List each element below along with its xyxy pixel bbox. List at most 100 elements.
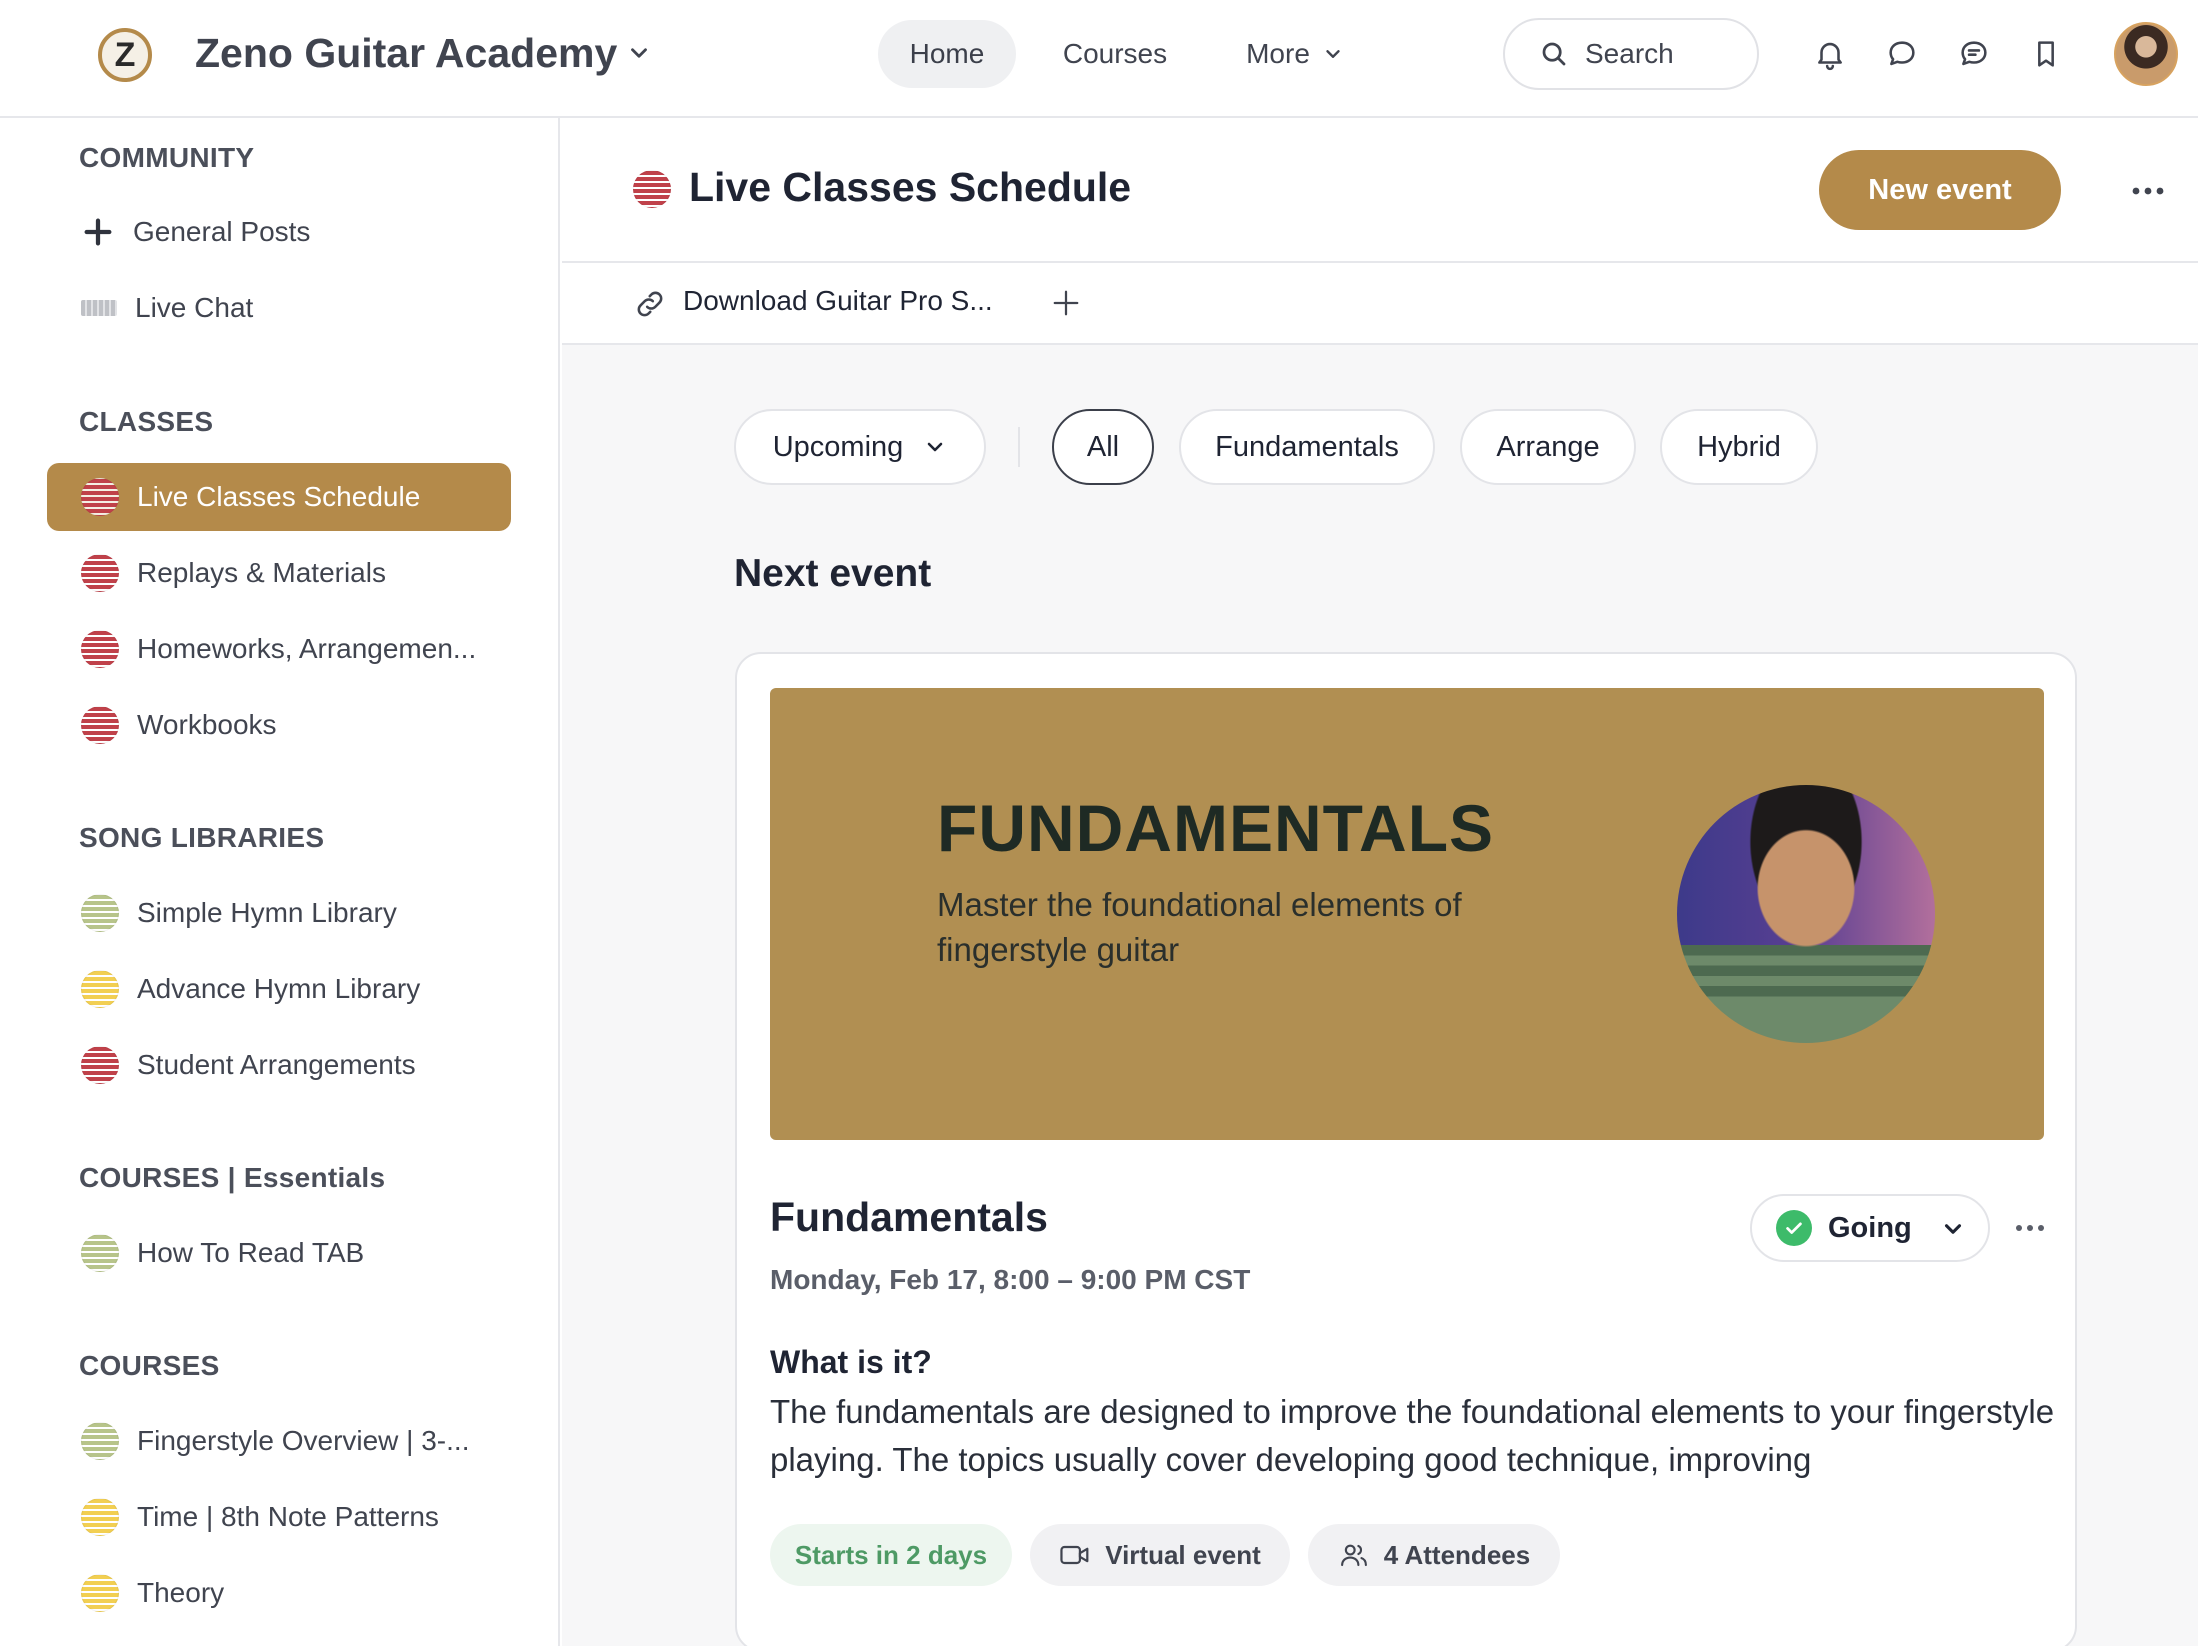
red-dot-icon <box>81 706 119 744</box>
brand-logo[interactable]: Z <box>98 28 152 82</box>
filter-divider <box>1018 427 1020 467</box>
sidebar-item-label: Replays & Materials <box>137 557 386 588</box>
banner-title: FUNDAMENTALS <box>937 791 1495 865</box>
chevron-down-icon[interactable] <box>626 40 652 66</box>
content-area: Upcoming All Fundamentals Arrange Hybrid… <box>562 345 2198 1646</box>
red-dot-icon <box>81 1046 119 1084</box>
chevron-down-icon <box>1326 50 1340 58</box>
new-event-button[interactable]: New event <box>1819 150 2061 230</box>
search-input[interactable]: Search <box>1503 18 1759 90</box>
page-options-button[interactable] <box>2128 176 2168 206</box>
bell-icon <box>1818 42 1842 71</box>
nav-home[interactable]: Home <box>878 20 1016 88</box>
sidebar-heading-classes: CLASSES <box>79 406 214 437</box>
time-filter-label: Upcoming <box>772 430 904 463</box>
add-link-button[interactable] <box>1048 285 1084 321</box>
plus-icon <box>1053 290 1079 316</box>
search-placeholder: Search <box>1585 38 1674 69</box>
plus-icon <box>84 218 112 246</box>
event-name[interactable]: Fundamentals <box>770 1194 1048 1241</box>
filter-hybrid[interactable]: Hybrid <box>1660 409 1818 485</box>
event-what-heading: What is it? <box>770 1344 932 1380</box>
sidebar-item-live-chat[interactable]: Live Chat <box>47 274 511 342</box>
sidebar-item-label: General Posts <box>133 216 311 247</box>
sidebar-item-replays-materials[interactable]: Replays & Materials <box>47 539 511 607</box>
sidebar-item-label: Theory <box>137 1577 225 1608</box>
starts-in-label: Starts in 2 days <box>794 1539 988 1570</box>
sidebar-item-student-arrangements[interactable]: Student Arrangements <box>47 1031 511 1099</box>
filter-arrange[interactable]: Arrange <box>1460 409 1636 485</box>
event-date: Monday, Feb 17, 8:00 – 9:00 PM CST <box>770 1264 1251 1295</box>
attendees-label: 4 Attendees <box>1383 1539 1531 1570</box>
sidebar-item-live-classes-schedule[interactable]: Live Classes Schedule <box>47 463 511 531</box>
top-bar: Z Zeno Guitar Academy Home Courses More … <box>0 0 2198 118</box>
green-dot-icon <box>81 1234 119 1272</box>
green-dot-icon <box>81 1422 119 1460</box>
sidebar-item-time-8th-note-patterns[interactable]: Time | 8th Note Patterns <box>47 1483 511 1551</box>
red-dot-icon <box>81 630 119 668</box>
sidebar-heading-song-libraries: SONG LIBRARIES <box>79 822 325 853</box>
event-options-button[interactable] <box>2012 1216 2048 1240</box>
starts-in-badge: Starts in 2 days <box>770 1524 1012 1586</box>
download-link[interactable]: Download Guitar Pro S... <box>683 285 993 317</box>
filter-label: Fundamentals <box>1215 430 1399 463</box>
notifications-button[interactable] <box>1810 34 1850 74</box>
time-filter-dropdown[interactable]: Upcoming <box>734 409 986 485</box>
sidebar-item-how-to-read-tab[interactable]: How To Read TAB <box>47 1219 511 1287</box>
event-banner[interactable]: FUNDAMENTALS Master the foundational ele… <box>770 688 2044 1140</box>
sidebar-heading-community: COMMUNITY <box>79 142 255 173</box>
bookmark-icon <box>2038 41 2054 67</box>
sidebar-item-label: Simple Hymn Library <box>137 897 397 928</box>
sidebar-item-label: Student Arrangements <box>137 1049 416 1080</box>
link-bar: Download Guitar Pro S... <box>562 263 2198 345</box>
filter-all[interactable]: All <box>1052 409 1154 485</box>
chevron-down-icon <box>1944 1224 1962 1234</box>
link-icon <box>637 291 663 317</box>
green-dot-icon <box>81 894 119 932</box>
users-icon <box>1340 1544 1367 1567</box>
sidebar-item-label: How To Read TAB <box>137 1237 365 1268</box>
user-avatar[interactable] <box>2114 22 2178 86</box>
sidebar-heading-courses: COURSES <box>79 1350 220 1381</box>
chat-lines-icon <box>1961 41 1987 66</box>
chat-threads-button[interactable] <box>1954 34 1994 74</box>
attendees-badge[interactable]: 4 Attendees <box>1308 1524 1560 1586</box>
sidebar-item-label: Time | 8th Note Patterns <box>137 1501 439 1532</box>
nav-home-label: Home <box>909 38 985 69</box>
rsvp-dropdown[interactable]: Going <box>1750 1194 1990 1262</box>
sidebar-item-general-posts[interactable]: General Posts <box>47 198 511 266</box>
sidebar-item-workbooks[interactable]: Workbooks <box>47 691 511 759</box>
rsvp-label: Going <box>1828 1211 1912 1244</box>
virtual-event-badge: Virtual event <box>1030 1524 1290 1586</box>
sidebar-item-theory[interactable]: Theory <box>47 1559 511 1627</box>
filter-fundamentals[interactable]: Fundamentals <box>1179 409 1435 485</box>
chat-bubble-icon <box>1889 41 1915 66</box>
bookmarks-button[interactable] <box>2026 34 2066 74</box>
sidebar-item-label: Homeworks, Arrangemen... <box>137 633 477 664</box>
event-description: The fundamentals are designed to improve… <box>770 1393 2055 1478</box>
virtual-event-label: Virtual event <box>1105 1539 1261 1570</box>
video-camera-icon <box>1060 1545 1089 1565</box>
event-card[interactable]: FUNDAMENTALS Master the foundational ele… <box>735 652 2077 1646</box>
sidebar-heading-courses-essentials: COURSES | Essentials <box>79 1162 386 1193</box>
yellow-dot-icon <box>81 1574 119 1612</box>
sidebar-item-homeworks[interactable]: Homeworks, Arrangemen... <box>47 615 511 683</box>
nav-more[interactable]: More <box>1230 20 1360 88</box>
sidebar-item-label: Advance Hymn Library <box>137 973 421 1004</box>
sidebar-item-fingerstyle-overview[interactable]: Fingerstyle Overview | 3-... <box>47 1407 511 1475</box>
filter-label: Arrange <box>1496 430 1600 463</box>
nav-courses[interactable]: Courses <box>1042 20 1188 88</box>
brand-name[interactable]: Zeno Guitar Academy <box>195 30 617 77</box>
sidebar-item-label: Live Chat <box>135 292 254 323</box>
banner-subtitle: Master the foundational elements of fing… <box>937 886 1462 968</box>
sidebar-item-simple-hymn-library[interactable]: Simple Hymn Library <box>47 879 511 947</box>
yellow-dot-icon <box>81 970 119 1008</box>
sidebar-item-advance-hymn-library[interactable]: Advance Hymn Library <box>47 955 511 1023</box>
main-header: Live Classes Schedule New event <box>562 118 2198 263</box>
more-horizontal-icon <box>2016 1225 2044 1231</box>
next-event-heading: Next event <box>734 552 932 595</box>
yellow-dot-icon <box>81 1498 119 1536</box>
messages-button[interactable] <box>1882 34 1922 74</box>
sidebar-item-label: Fingerstyle Overview | 3-... <box>137 1425 470 1456</box>
filter-label: All <box>1086 430 1120 463</box>
